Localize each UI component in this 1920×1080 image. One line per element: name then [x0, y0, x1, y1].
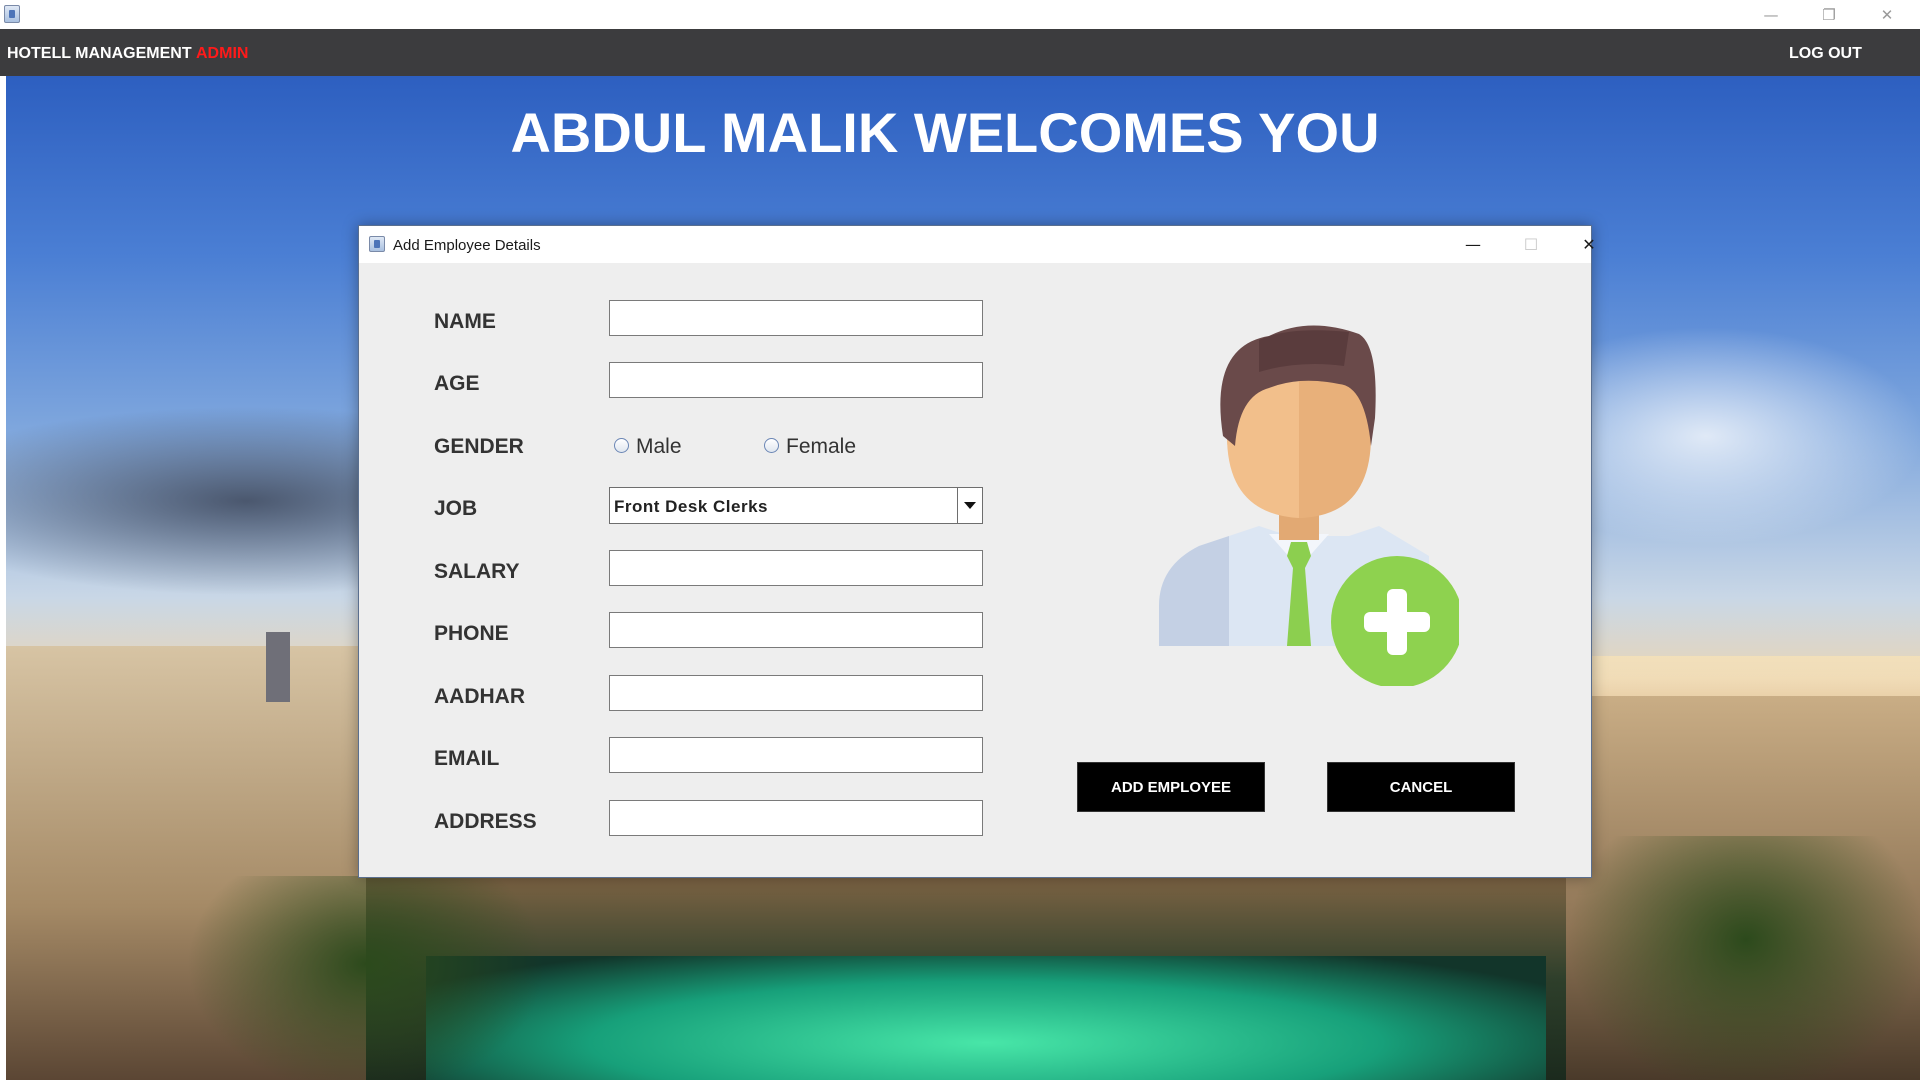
job-label: JOB	[434, 497, 478, 520]
cancel-button[interactable]: CANCEL	[1327, 762, 1515, 812]
aadhar-label: AADHAR	[434, 685, 525, 708]
maximize-icon: ☐	[1523, 235, 1539, 254]
phone-label: PHONE	[434, 622, 509, 645]
gender-label: GENDER	[434, 435, 524, 458]
age-input[interactable]	[609, 362, 983, 398]
add-employee-button[interactable]: ADD EMPLOYEE	[1077, 762, 1265, 812]
address-input[interactable]	[609, 800, 983, 836]
close-icon[interactable]: ✕	[1858, 0, 1916, 29]
job-dropdown[interactable]: Front Desk Clerks	[609, 487, 983, 524]
dialog-title: Add Employee Details	[393, 237, 541, 254]
menu-bar: HOTELL MANAGEMENT ADMIN LOG OUT	[0, 29, 1920, 76]
app-titlebar: — ❐ ✕	[0, 0, 1920, 29]
email-input[interactable]	[609, 737, 983, 773]
name-label: NAME	[434, 310, 496, 333]
add-employee-dialog: Add Employee Details — ☐ ✕ NAME AGE GEND…	[358, 225, 1596, 878]
chevron-down-icon[interactable]	[957, 488, 982, 523]
java-app-icon	[4, 5, 20, 23]
salary-input[interactable]	[609, 550, 983, 586]
phone-input[interactable]	[609, 612, 983, 648]
menu-admin[interactable]: ADMIN	[196, 45, 248, 63]
restore-icon[interactable]: ❐	[1800, 0, 1858, 29]
dialog-titlebar[interactable]: Add Employee Details — ☐ ✕	[359, 226, 1596, 263]
gender-female-radio[interactable]: Female	[764, 435, 856, 459]
radio-button-icon[interactable]	[764, 437, 779, 453]
name-input[interactable]	[609, 300, 983, 336]
radio-button-icon[interactable]	[614, 437, 629, 453]
add-user-icon	[1159, 325, 1459, 686]
address-label: ADDRESS	[434, 810, 537, 833]
minimize-icon[interactable]: —	[1742, 0, 1800, 29]
logout-button[interactable]: LOG OUT	[1789, 45, 1862, 63]
welcome-heading: ABDUL MALIK WELCOMES YOU	[510, 101, 1380, 164]
gender-female-label: Female	[786, 435, 857, 458]
minimize-icon[interactable]: —	[1444, 226, 1502, 263]
salary-label: SALARY	[434, 560, 520, 583]
email-label: EMAIL	[434, 747, 500, 770]
job-selected-value: Front Desk Clerks	[614, 497, 768, 516]
menu-hotel-management[interactable]: HOTELL MANAGEMENT	[7, 45, 192, 63]
close-icon[interactable]: ✕	[1560, 226, 1618, 263]
java-app-icon	[369, 236, 385, 252]
age-label: AGE	[434, 372, 480, 395]
gender-male-radio[interactable]: Male	[614, 435, 682, 459]
aadhar-input[interactable]	[609, 675, 983, 711]
gender-male-label: Male	[636, 435, 682, 458]
